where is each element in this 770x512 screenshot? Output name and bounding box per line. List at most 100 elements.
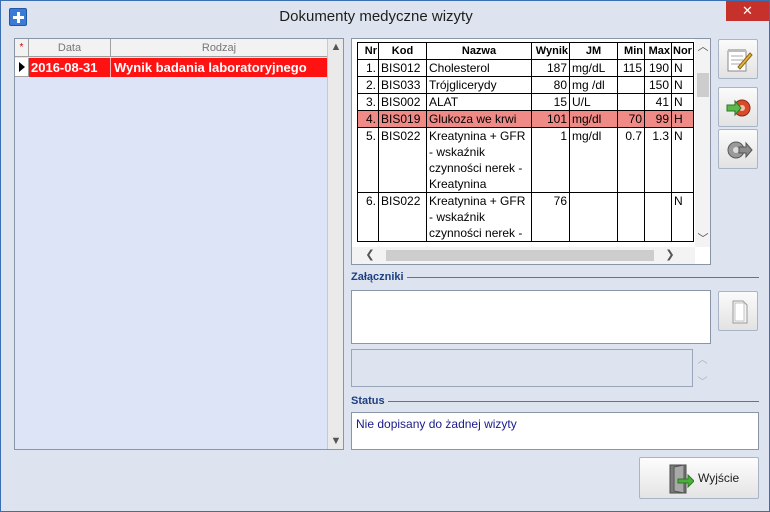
table-row[interactable]: 2. BIS033 Trójglicerydy 80 mg /dl 150 N (357, 76, 694, 94)
status-label: Status (351, 395, 388, 407)
remove-document-button[interactable] (718, 129, 758, 169)
exit-button-label: Wyjście (698, 471, 740, 485)
column-header-nor[interactable]: Nor (671, 42, 694, 60)
cell-wynik: 101 (531, 110, 570, 128)
table-row[interactable]: 5. BIS022 Kreatynina + GFR - wskaźnik cz… (357, 127, 694, 193)
document-row[interactable]: 2016-08-31 Wynik badania laboratoryjnego (15, 58, 327, 77)
scroll-right-icon[interactable]: ❯ (662, 247, 678, 264)
cell-jm (569, 192, 618, 242)
cell-wynik: 1 (531, 127, 570, 193)
cell-kod: BIS019 (378, 110, 427, 128)
results-table-frame[interactable]: Nr Kod Nazwa Wynik JM Min Max Nor 1. BIS… (351, 38, 711, 265)
attachments-label: Załączniki (351, 271, 407, 283)
add-attachment-button[interactable] (718, 291, 758, 331)
cell-nr: 5. (357, 127, 379, 193)
cell-max: 41 (644, 93, 672, 111)
cell-nr: 4. (357, 110, 379, 128)
exit-button[interactable]: Wyjście (639, 457, 759, 499)
cell-nazwa: Glukoza we krwi (426, 110, 532, 128)
status-divider (351, 401, 759, 402)
cell-jm: mg/dl (569, 127, 618, 193)
cell-jm: mg/dl (569, 110, 618, 128)
cell-jm: mg /dl (569, 76, 618, 94)
status-field: Nie dopisany do żadnej wizyty (351, 412, 759, 450)
cell-min (617, 192, 645, 242)
scroll-down-icon[interactable]: ▼ (328, 433, 344, 449)
column-header-min[interactable]: Min (617, 42, 645, 60)
title-bar[interactable]: Dokumenty medyczne wizyty ✕ (1, 1, 769, 32)
exit-door-icon (669, 464, 694, 494)
column-header-max[interactable]: Max (644, 42, 672, 60)
cell-nor: N (671, 93, 694, 111)
cell-nor: N (671, 59, 694, 77)
cell-min (617, 93, 645, 111)
cell-nazwa: Kreatynina + GFR - wskaźnik czynności ne… (426, 127, 532, 193)
column-header-jm[interactable]: JM (569, 42, 618, 60)
documents-list[interactable]: * Data Rodzaj 2016-08-31 Wynik badania l… (14, 38, 344, 450)
table-row[interactable]: 1. BIS012 Cholesterol 187 mg/dL 115 190 … (357, 59, 694, 77)
results-vertical-scrollbar[interactable]: ︿ ﹀ (695, 39, 710, 247)
dialog-window: Dokumenty medyczne wizyty ✕ * Data Rodza… (0, 0, 770, 512)
cell-nr: 1. (357, 59, 379, 77)
cell-wynik: 80 (531, 76, 570, 94)
cell-nor: N (671, 192, 694, 242)
results-table: Nr Kod Nazwa Wynik JM Min Max Nor 1. BIS… (357, 42, 694, 242)
scroll-up-icon[interactable]: ︿ (695, 39, 710, 55)
document-icon (732, 300, 748, 324)
cell-nor: H (671, 110, 694, 128)
column-header-wynik[interactable]: Wynik (531, 42, 570, 60)
table-row[interactable]: 6. BIS022 Kreatynina + GFR - wskaźnik cz… (357, 192, 694, 242)
cell-nr: 6. (357, 192, 379, 242)
close-button[interactable]: ✕ (726, 1, 769, 21)
column-header-kod[interactable]: Kod (378, 42, 427, 60)
document-type: Wynik badania laboratoryjnego (111, 58, 327, 77)
documents-scrollbar[interactable]: ▲ ▼ (327, 39, 343, 449)
cell-min: 115 (617, 59, 645, 77)
description-scrollbar[interactable]: ︿ ﹀ (694, 349, 711, 388)
row-indicator-icon (15, 58, 29, 77)
scroll-down-icon[interactable]: ﹀ (694, 373, 711, 388)
column-header-date[interactable]: Data (29, 39, 111, 57)
add-document-button[interactable] (718, 87, 758, 127)
scroll-down-icon[interactable]: ﹀ (695, 231, 710, 247)
cell-min: 70 (617, 110, 645, 128)
cell-jm: U/L (569, 93, 618, 111)
cell-nor: N (671, 76, 694, 94)
attachments-list[interactable] (351, 290, 711, 344)
cell-wynik: 76 (531, 192, 570, 242)
document-date: 2016-08-31 (29, 58, 111, 77)
column-header-type[interactable]: Rodzaj (111, 39, 327, 57)
cell-kod: BIS022 (378, 127, 427, 193)
cell-max: 190 (644, 59, 672, 77)
cell-wynik: 187 (531, 59, 570, 77)
cell-max: 150 (644, 76, 672, 94)
cell-max: 99 (644, 110, 672, 128)
cell-nor: N (671, 127, 694, 193)
scroll-up-icon[interactable]: ︿ (694, 351, 711, 366)
cell-min (617, 76, 645, 94)
cell-kod: BIS002 (378, 93, 427, 111)
attachment-description[interactable] (351, 349, 693, 387)
window-title: Dokumenty medyczne wizyty (279, 8, 473, 25)
table-row[interactable]: 4. BIS019 Glukoza we krwi 101 mg/dl 70 9… (357, 110, 694, 128)
column-header-nazwa[interactable]: Nazwa (426, 42, 532, 60)
cell-nazwa: Trójglicerydy (426, 76, 532, 94)
cell-nazwa: Cholesterol (426, 59, 532, 77)
notepad-pencil-icon (727, 49, 753, 72)
cell-nr: 3. (357, 93, 379, 111)
column-header-star: * (15, 39, 29, 57)
scroll-thumb[interactable] (697, 73, 709, 97)
cell-kod: BIS022 (378, 192, 427, 242)
scroll-thumb[interactable] (386, 250, 654, 261)
scroll-left-icon[interactable]: ❮ (362, 247, 378, 264)
scroll-up-icon[interactable]: ▲ (328, 39, 344, 55)
edit-document-button[interactable] (718, 39, 758, 79)
table-row[interactable]: 3. BIS002 ALAT 15 U/L 41 N (357, 93, 694, 111)
cell-kod: BIS012 (378, 59, 427, 77)
column-header-nr[interactable]: Nr (357, 42, 379, 60)
results-header: Nr Kod Nazwa Wynik JM Min Max Nor (357, 42, 694, 60)
gear-arrow-in-icon (726, 99, 751, 117)
results-horizontal-scrollbar[interactable]: ❮ ❯ (352, 247, 695, 264)
attachments-divider (351, 277, 759, 278)
cell-wynik: 15 (531, 93, 570, 111)
